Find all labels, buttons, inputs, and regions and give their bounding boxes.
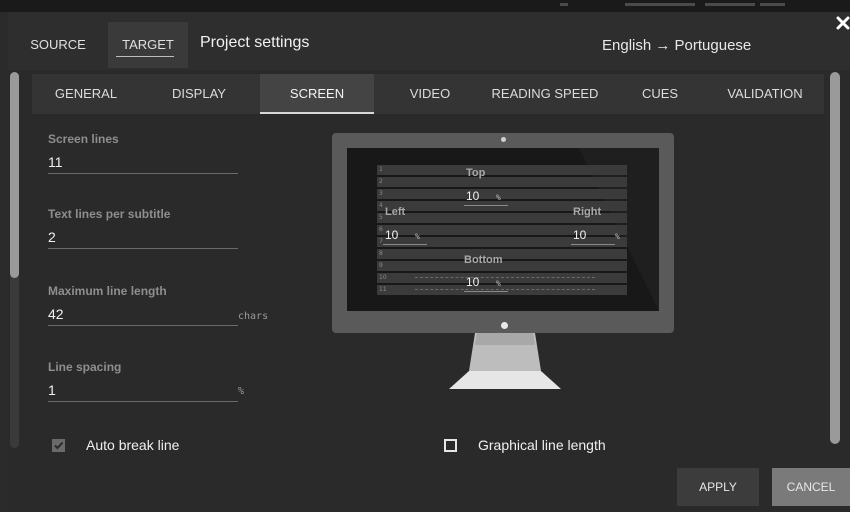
tab-target-label: TARGET [122,37,174,52]
active-tab-indicator [260,112,374,114]
screen-line: 1 [377,165,627,175]
line-spacing-input[interactable]: 1 [48,382,238,402]
margin-top-input[interactable]: 10 [466,189,479,203]
line-number: 2 [379,178,383,185]
margin-top-underline [464,205,508,206]
graphical-length-label: Graphical line length [478,437,606,453]
margin-bottom-label: Bottom [464,254,503,266]
margin-top-label: Top [466,167,486,179]
max-line-length-label: Maximum line length [48,284,167,298]
screen-line: 2 [377,177,627,187]
chars-unit: chars [238,311,269,322]
right-scrollbar[interactable] [830,72,840,444]
line-number: 6 [379,226,383,233]
subtitle-line-dots [415,277,595,279]
settings-tabs: GENERAL DISPLAY SCREEN VIDEO READING SPE… [32,74,824,114]
left-scrollbar[interactable] [10,72,19,448]
tab-cues[interactable]: CUES [614,74,706,114]
margin-left-label: Left [385,206,406,218]
line-spacing-field: Line spacing 1 [48,360,238,402]
top-strip [0,0,850,12]
screen-lines-field: Screen lines 11 [48,132,238,174]
left-scrollbar-thumb[interactable] [10,72,19,278]
project-settings-dialog: SOURCE TARGET Project settings English →… [8,12,850,512]
line-number: 10 [379,274,387,281]
margin-left-unit: % [415,232,420,241]
language-pair: English → Portuguese [602,37,752,54]
margin-right-label: Right [573,206,602,218]
line-number: 1 [379,166,383,173]
margin-top-unit: % [496,193,501,202]
margin-right-unit: % [615,232,620,241]
margin-bottom-input[interactable]: 10 [466,275,479,289]
tab-target[interactable]: TARGET [108,22,188,68]
text-lines-field: Text lines per subtitle 2 [48,207,238,249]
max-line-length-input[interactable]: 42 [48,306,238,326]
text-lines-input[interactable]: 2 [48,229,238,249]
monitor-stand [449,333,561,389]
screen-line: 3 [377,189,627,199]
line-number: 8 [379,250,383,257]
margin-bottom-underline [464,291,508,292]
monitor-preview: 1 2 3 4 5 6 7 8 9 10 11 Top 10 % Left 10… [332,133,674,333]
line-number: 7 [379,238,383,245]
screen-lines-label: Screen lines [48,132,119,146]
line-spacing-label: Line spacing [48,360,122,374]
margin-left-underline [383,244,427,245]
margin-left-input[interactable]: 10 [385,228,398,242]
monitor-power-dot [501,322,508,329]
checkbox-empty-icon [444,439,457,452]
dialog-title: Project settings [200,34,310,51]
percent-unit: % [238,386,245,397]
monitor-camera-dot [501,137,506,142]
tab-source[interactable]: SOURCE [8,22,108,68]
line-number: 11 [379,286,387,293]
monitor-screen: 1 2 3 4 5 6 7 8 9 10 11 Top 10 % Left 10… [347,148,659,311]
screen-line: 10 [377,273,627,283]
line-number: 3 [379,190,383,197]
apply-button[interactable]: APPLY [677,468,759,506]
text-lines-label: Text lines per subtitle [48,207,171,221]
screen-line: 11 [377,285,627,295]
cancel-button[interactable]: CANCEL [772,468,850,506]
tab-reading-speed[interactable]: READING SPEED [476,74,614,114]
checkbox-checked-icon [52,439,65,452]
dialog-header: SOURCE TARGET Project settings English →… [8,12,850,70]
strip-mark [705,3,755,6]
margin-bottom-unit: % [496,279,501,288]
tab-general[interactable]: GENERAL [32,74,140,114]
close-icon[interactable] [836,16,850,32]
line-number: 5 [379,214,383,221]
strip-mark [760,3,785,6]
tab-display[interactable]: DISPLAY [140,74,258,114]
tab-video[interactable]: VIDEO [384,74,476,114]
line-number: 9 [379,262,383,269]
auto-break-label: Auto break line [86,437,180,453]
strip-mark [560,3,568,6]
tab-target-underline [116,56,174,57]
tab-screen-label: SCREEN [289,86,345,101]
line-number: 4 [379,202,383,209]
tab-screen[interactable]: SCREEN [260,74,374,114]
screen-lines-input[interactable]: 11 [48,154,238,174]
margin-right-underline [571,244,615,245]
max-line-length-field: Maximum line length 42 [48,284,238,326]
tab-validation[interactable]: VALIDATION [706,74,824,114]
margin-right-input[interactable]: 10 [573,228,586,242]
strip-mark [625,3,695,6]
